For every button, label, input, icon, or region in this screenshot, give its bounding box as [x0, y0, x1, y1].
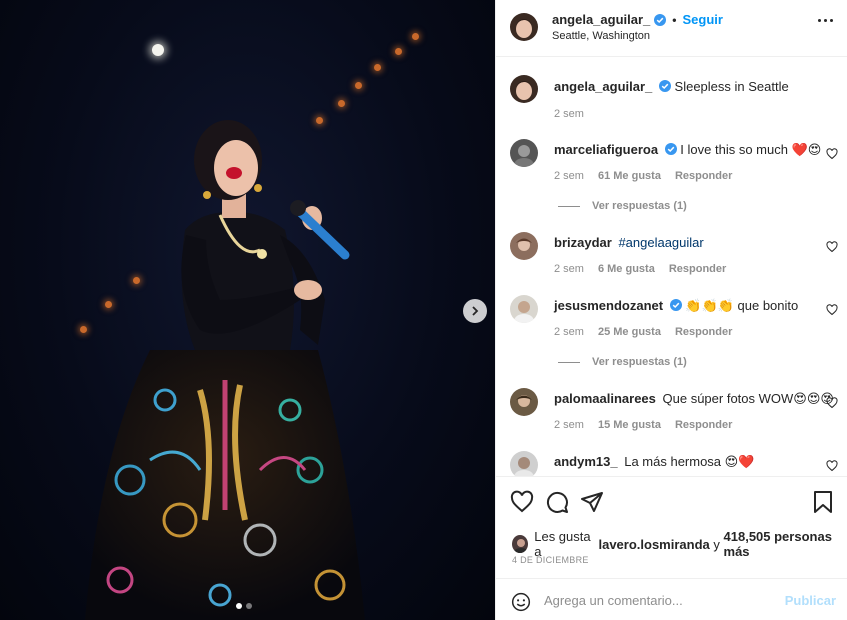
reply-button[interactable]: Responder	[669, 263, 726, 275]
reply-button[interactable]: Responder	[675, 326, 732, 338]
comment-username[interactable]: marceliafigueroa	[554, 142, 658, 157]
reply-button[interactable]: Responder	[675, 419, 732, 431]
comments-list[interactable]: angela_aguilar_ Sleepless in Seattle 2 s…	[496, 57, 847, 476]
carousel-dot	[236, 603, 242, 609]
comment-username[interactable]: brizaydar	[554, 235, 612, 250]
comment-likes[interactable]: 6 Me gusta	[598, 263, 655, 275]
comment-username[interactable]: andym13_	[554, 454, 618, 469]
heart-icon[interactable]	[826, 240, 838, 256]
post-date[interactable]: 4 DE DICIEMBRE	[512, 555, 589, 565]
avatar[interactable]	[510, 13, 538, 41]
chevron-right-icon	[472, 306, 479, 316]
heart-icon[interactable]	[510, 490, 534, 517]
next-photo-button[interactable]	[463, 299, 487, 323]
post-location[interactable]: Seattle, Washington	[552, 30, 650, 42]
header-username-row: angela_aguilar_ • Seguir	[552, 12, 723, 27]
comment-time[interactable]: 2 sem	[554, 419, 584, 431]
comment-text: La más hermosa 😍❤️	[624, 454, 755, 469]
singer-figure	[85, 120, 365, 620]
separator-dot: •	[672, 12, 677, 27]
comment-input[interactable]	[544, 589, 784, 611]
post-header: angela_aguilar_ • Seguir Seattle, Washin…	[496, 0, 847, 57]
share-icon[interactable]	[580, 490, 604, 517]
replies-rule	[558, 361, 580, 363]
view-replies-button[interactable]: Ver respuestas (1)	[558, 200, 687, 212]
comment-icon[interactable]	[545, 490, 569, 517]
comment-username[interactable]: jesusmendozanet	[554, 298, 663, 313]
add-comment-bar: Publicar	[496, 578, 847, 620]
avatar[interactable]	[510, 75, 538, 103]
view-replies-label: Ver respuestas (1)	[592, 356, 687, 368]
caption-text: Sleepless in Seattle	[674, 79, 789, 94]
comment-text: 👏👏👏 que bonito	[685, 298, 799, 313]
comment-time[interactable]: 2 sem	[554, 263, 584, 275]
post-actions: Les gusta a lavero.losmiranda y 418,505 …	[496, 476, 847, 578]
caption-username[interactable]: angela_aguilar_	[554, 79, 652, 94]
more-icon[interactable]	[818, 19, 833, 22]
comment-likes[interactable]: 61 Me gusta	[598, 170, 661, 182]
heart-icon[interactable]	[826, 459, 838, 475]
likes-count[interactable]: 418,505 personas más	[724, 529, 847, 559]
replies-rule	[558, 205, 580, 207]
post-photo[interactable]	[0, 0, 495, 620]
avatar[interactable]	[512, 535, 529, 553]
verified-icon	[669, 299, 682, 311]
reply-button[interactable]: Responder	[675, 170, 732, 182]
avatar[interactable]	[510, 388, 538, 416]
verified-icon	[654, 13, 667, 26]
bookmark-icon[interactable]	[812, 490, 834, 517]
likes-joiner: y	[713, 536, 720, 552]
avatar[interactable]	[510, 232, 538, 260]
comment-username[interactable]: palomaalinarees	[554, 391, 656, 406]
view-replies-label: Ver respuestas (1)	[592, 200, 687, 212]
comment-text: I love this so much ❤️😍	[680, 142, 822, 157]
comment-time[interactable]: 2 sem	[554, 170, 584, 182]
comment-text: Que súper fotos WOW😍😍😍	[662, 391, 834, 406]
caption-time[interactable]: 2 sem	[554, 108, 584, 120]
liker-username[interactable]: lavero.losmiranda	[598, 537, 709, 552]
verified-icon	[664, 143, 677, 155]
heart-icon[interactable]	[826, 303, 838, 319]
post-comment-button[interactable]: Publicar	[785, 593, 836, 608]
comment-time[interactable]: 2 sem	[554, 326, 584, 338]
verified-icon	[658, 80, 671, 92]
avatar[interactable]	[510, 451, 538, 476]
heart-icon[interactable]	[826, 396, 838, 412]
smile-icon[interactable]	[511, 592, 531, 615]
heart-icon[interactable]	[826, 147, 838, 163]
carousel-indicator	[236, 603, 252, 609]
comment-likes[interactable]: 25 Me gusta	[598, 326, 661, 338]
comment-likes[interactable]: 15 Me gusta	[598, 419, 661, 431]
avatar[interactable]	[510, 139, 538, 167]
post-details-panel: angela_aguilar_ • Seguir Seattle, Washin…	[495, 0, 847, 620]
follow-button[interactable]: Seguir	[682, 12, 722, 27]
carousel-dot	[246, 603, 252, 609]
post-author-username[interactable]: angela_aguilar_	[552, 12, 650, 27]
avatar[interactable]	[510, 295, 538, 323]
hashtag-link[interactable]: #angelaaguilar	[618, 235, 703, 250]
view-replies-button[interactable]: Ver respuestas (1)	[558, 356, 687, 368]
